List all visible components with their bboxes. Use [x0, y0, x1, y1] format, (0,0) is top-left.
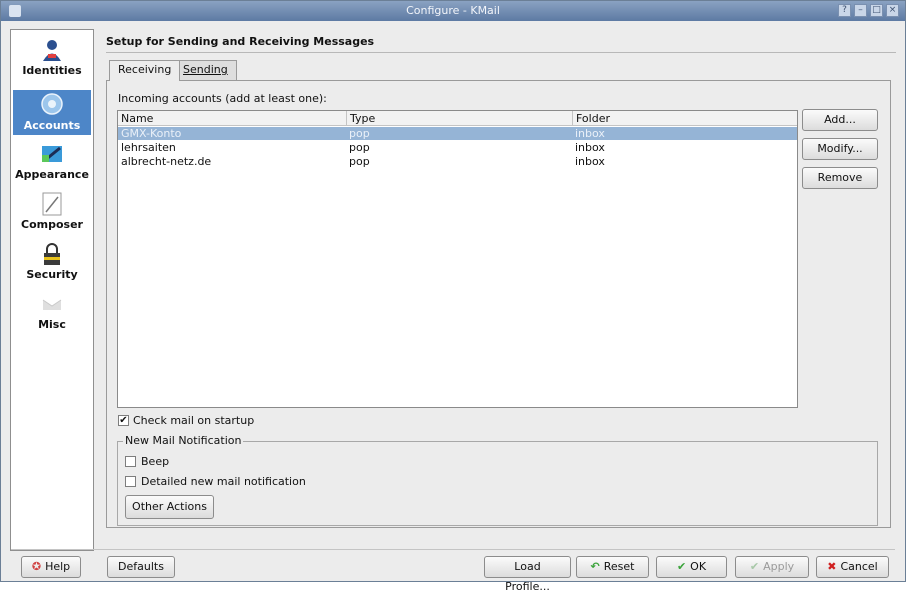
help-label: Help — [45, 560, 71, 573]
account-folder: inbox — [575, 155, 605, 168]
checkmark-icon: ✔ — [676, 560, 687, 573]
page-title: Setup for Sending and Receiving Messages — [106, 35, 375, 48]
sidebar-item-identities[interactable]: Identities — [13, 38, 91, 86]
table-row[interactable]: GMX-Konto pop inbox — [118, 127, 797, 140]
sidebar-item-label: Identities — [22, 64, 82, 77]
title-bar[interactable]: Configure - KMail ? – □ × — [1, 1, 905, 21]
sidebar-item-appearance[interactable]: Appearance — [13, 142, 91, 188]
account-folder: inbox — [575, 141, 605, 154]
tab-label: Receiving — [118, 63, 172, 76]
add-account-button[interactable]: Add... — [802, 109, 878, 131]
sidebar-item-label: Composer — [21, 218, 83, 231]
checkmark-icon: ✔ — [749, 560, 760, 573]
tab-label: Sending — [183, 63, 228, 76]
sidebar-item-composer[interactable]: Composer — [13, 192, 91, 238]
composer-icon — [42, 192, 62, 216]
account-name: lehrsaiten — [121, 141, 176, 154]
cancel-icon: ✖ — [827, 560, 837, 573]
ok-label: OK — [690, 560, 707, 573]
sidebar-item-label: Security — [26, 268, 78, 281]
remove-account-button[interactable]: Remove — [802, 167, 878, 189]
security-icon — [44, 243, 60, 265]
cancel-label: Cancel — [840, 560, 878, 573]
account-type: pop — [349, 141, 370, 154]
sidebar: Identities Accounts Appearance Composer — [10, 29, 94, 551]
check-on-startup-label: Check mail on startup — [133, 414, 255, 427]
apply-button[interactable]: ✔ Apply — [735, 556, 809, 578]
account-type: pop — [349, 155, 370, 168]
detailed-notification-checkbox[interactable] — [125, 476, 136, 487]
list-header: Name Type Folder — [118, 111, 797, 126]
column-header-name[interactable]: Name — [118, 111, 346, 126]
apply-label: Apply — [763, 560, 795, 573]
sidebar-item-misc[interactable]: Misc — [13, 292, 91, 338]
column-header-type[interactable]: Type — [346, 111, 572, 126]
check-on-startup-checkbox[interactable]: ✔ — [118, 415, 129, 426]
appearance-icon — [42, 146, 62, 163]
cancel-button[interactable]: ✖ Cancel — [816, 556, 889, 578]
column-header-folder[interactable]: Folder — [572, 111, 797, 126]
sidebar-item-accounts[interactable]: Accounts — [13, 90, 91, 135]
tab-receiving[interactable]: Receiving — [109, 60, 181, 81]
configure-window: Configure - KMail ? – □ × Identities Acc… — [0, 0, 906, 593]
footer-divider — [11, 549, 895, 550]
beep-label: Beep — [141, 455, 170, 468]
load-profile-button[interactable]: Load Profile... — [484, 556, 571, 593]
incoming-accounts-label: Incoming accounts (add at least one): — [118, 92, 327, 105]
table-row[interactable]: albrecht-netz.de pop inbox — [118, 155, 797, 168]
identities-icon — [43, 40, 61, 61]
window-controls: ? – □ × — [838, 4, 899, 17]
reset-icon: ↶ — [590, 560, 600, 573]
help-icon: ✪ — [31, 560, 42, 573]
help-button[interactable]: ✪ Help — [21, 556, 81, 578]
account-type: pop — [349, 127, 370, 140]
accounts-icon — [41, 93, 63, 115]
close-button[interactable]: × — [886, 4, 899, 17]
sidebar-item-label: Appearance — [15, 168, 89, 181]
window-title: Configure - KMail — [406, 4, 500, 17]
header-divider — [106, 52, 896, 53]
account-name: albrecht-netz.de — [121, 155, 212, 168]
sidebar-item-label: Misc — [38, 318, 66, 331]
tab-sending[interactable]: Sending — [174, 60, 237, 80]
beep-checkbox[interactable] — [125, 456, 136, 467]
accounts-list[interactable]: Name Type Folder GMX-Konto pop inbox leh… — [117, 110, 798, 408]
modify-account-button[interactable]: Modify... — [802, 138, 878, 160]
sidebar-item-label: Accounts — [23, 119, 81, 132]
reset-button[interactable]: ↶ Reset — [576, 556, 649, 578]
misc-icon — [42, 299, 62, 310]
maximize-button[interactable]: □ — [870, 4, 883, 17]
group-title: New Mail Notification — [123, 434, 244, 447]
detailed-notification-label: Detailed new mail notification — [141, 475, 306, 488]
sidebar-item-security[interactable]: Security — [13, 242, 91, 288]
account-name: GMX-Konto — [121, 127, 182, 140]
table-row[interactable]: lehrsaiten pop inbox — [118, 141, 797, 154]
ok-button[interactable]: ✔ OK — [656, 556, 727, 578]
minimize-button[interactable]: – — [854, 4, 867, 17]
help-titlebar-button[interactable]: ? — [838, 4, 851, 17]
defaults-button[interactable]: Defaults — [107, 556, 175, 578]
other-actions-button[interactable]: Other Actions — [125, 495, 214, 519]
account-folder: inbox — [575, 127, 605, 140]
window-menu-icon[interactable] — [9, 5, 21, 17]
reset-label: Reset — [603, 560, 635, 573]
